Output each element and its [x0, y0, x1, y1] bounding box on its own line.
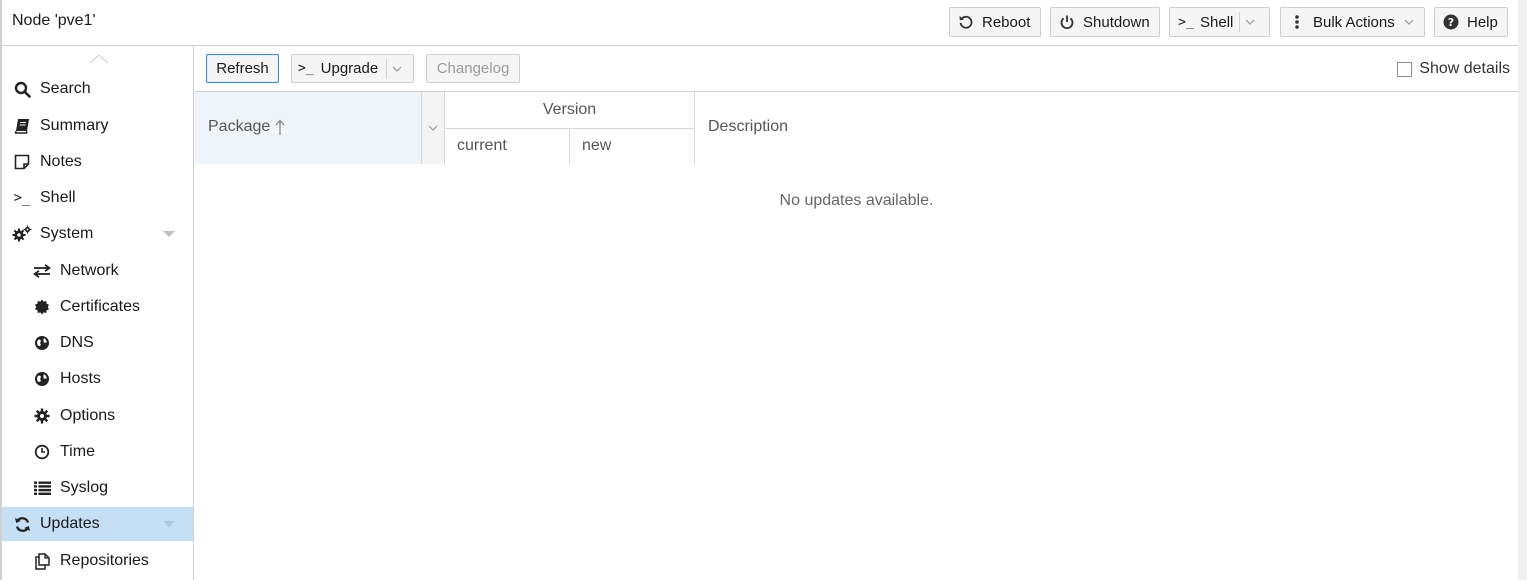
sidebar-item-summary[interactable]: Summary [2, 109, 193, 143]
sort-ascending-icon [275, 119, 285, 136]
terminal-icon: >_ [298, 61, 314, 76]
column-label-version: Version [445, 92, 694, 129]
certificate-icon [32, 297, 52, 317]
column-menu-trigger[interactable] [421, 92, 444, 164]
sidebar-item-dns[interactable]: DNS [2, 326, 193, 360]
reboot-label: Reboot [982, 13, 1031, 31]
clock-icon [32, 442, 52, 462]
shutdown-label: Shutdown [1083, 13, 1150, 31]
refresh-button[interactable]: Refresh [206, 54, 279, 83]
expand-arrow-icon[interactable] [163, 521, 175, 527]
grid-header: Package Version current new Description [195, 92, 1518, 164]
question-circle-icon: ? [1442, 14, 1460, 30]
sidebar-item-options[interactable]: Options [2, 399, 193, 433]
sticky-note-icon [12, 152, 32, 172]
expand-arrow-icon[interactable] [163, 231, 175, 237]
ellipsis-vertical-icon [1288, 14, 1306, 30]
cogs-icon [12, 224, 32, 244]
sidebar-item-search[interactable]: Search [2, 72, 193, 106]
chevron-down-icon [428, 125, 438, 131]
upgrade-button[interactable]: >_ Upgrade [291, 54, 414, 83]
sidebar-item-shell[interactable]: >_ Shell [2, 181, 193, 215]
sidebar-item-updates[interactable]: Updates [2, 507, 193, 541]
sidebar-item-system[interactable]: System [2, 217, 193, 251]
column-header-description[interactable]: Description [695, 92, 1518, 164]
upgrade-label: Upgrade [320, 60, 379, 77]
empty-grid-message: No updates available. [779, 192, 934, 209]
column-label-description: Description [708, 118, 789, 135]
search-icon [12, 79, 32, 99]
sidebar-item-label: Search [40, 80, 91, 97]
files-icon [32, 551, 52, 571]
reboot-button[interactable]: Reboot [949, 7, 1041, 37]
sidebar-item-label: Repositories [60, 552, 149, 569]
sidebar-item-label: Hosts [60, 370, 101, 387]
terminal-icon: >_ [1178, 14, 1194, 30]
column-label-package: Package [208, 118, 285, 136]
gear-icon [32, 406, 52, 426]
globe-icon [32, 369, 52, 389]
help-label: Help [1467, 13, 1498, 31]
sidebar-item-label: Network [60, 262, 119, 279]
terminal-icon: >_ [13, 190, 31, 206]
help-button[interactable]: ? Help [1434, 7, 1508, 37]
shell-menu-button[interactable]: >_ Shell [1169, 7, 1270, 37]
app-frame: Node 'pve1' Reboot Shutdown >_ Shell Bul… [0, 0, 1527, 580]
list-icon [32, 478, 52, 498]
svg-text:?: ? [1448, 16, 1454, 29]
show-details-checkbox[interactable]: Show details [1397, 60, 1510, 78]
exchange-icon [32, 261, 52, 281]
sidebar-item-syslog[interactable]: Syslog [2, 471, 193, 505]
bulk-actions-button[interactable]: Bulk Actions [1280, 7, 1425, 37]
sidebar-item-label: Updates [40, 515, 100, 532]
sidebar-item-hosts[interactable]: Hosts [2, 362, 193, 396]
column-group-version: Version current new [445, 92, 695, 164]
sidebar-item-label: Certificates [60, 298, 141, 315]
changelog-label: Changelog [436, 60, 510, 77]
sidebar-item-certificates[interactable]: Certificates [2, 290, 193, 324]
globe-icon [32, 333, 52, 353]
chevron-down-icon[interactable] [387, 66, 407, 72]
chevron-down-icon[interactable] [1240, 19, 1260, 25]
book-icon [12, 116, 32, 136]
node-sidebar: Search Summary Notes >_ Shell System Net… [2, 46, 194, 580]
sidebar-item-label: Summary [40, 117, 109, 134]
checkbox-box[interactable] [1397, 61, 1413, 77]
page-title: Node 'pve1' [12, 12, 96, 29]
package-label: Package [208, 118, 271, 135]
show-details-label: Show details [1419, 60, 1510, 77]
bulk-actions-label: Bulk Actions [1313, 13, 1395, 31]
sidebar-item-notes[interactable]: Notes [2, 145, 193, 179]
shell-label: Shell [1200, 13, 1234, 31]
sidebar-item-label: Shell [40, 189, 76, 206]
sidebar-item-label: Options [60, 407, 116, 424]
sidebar-item-label: Notes [40, 153, 82, 170]
refresh-icon [12, 514, 32, 534]
undo-icon [957, 14, 975, 30]
sidebar-item-label: DNS [60, 334, 94, 351]
column-header-new[interactable]: new [570, 129, 694, 164]
sidebar-item-label: Time [60, 443, 95, 460]
power-icon [1058, 14, 1076, 30]
column-header-current[interactable]: current [445, 129, 570, 164]
scroll-up-icon[interactable] [88, 52, 110, 66]
sidebar-item-time[interactable]: Time [2, 435, 193, 469]
chevron-down-icon [1399, 19, 1419, 25]
refresh-label: Refresh [216, 60, 269, 77]
sidebar-item-label: System [40, 225, 94, 242]
sidebar-item-network[interactable]: Network [2, 254, 193, 288]
updates-toolbar: Refresh >_ Upgrade Changelog Show detail… [195, 46, 1518, 92]
shutdown-button[interactable]: Shutdown [1050, 7, 1160, 37]
updates-grid: Package Version current new Description … [195, 92, 1518, 580]
sidebar-item-repositories[interactable]: Repositories [2, 544, 193, 578]
column-header-package[interactable]: Package [195, 92, 445, 164]
node-header: Node 'pve1' Reboot Shutdown >_ Shell Bul… [2, 0, 1518, 46]
changelog-button[interactable]: Changelog [426, 54, 520, 83]
sidebar-item-label: Syslog [60, 479, 109, 496]
